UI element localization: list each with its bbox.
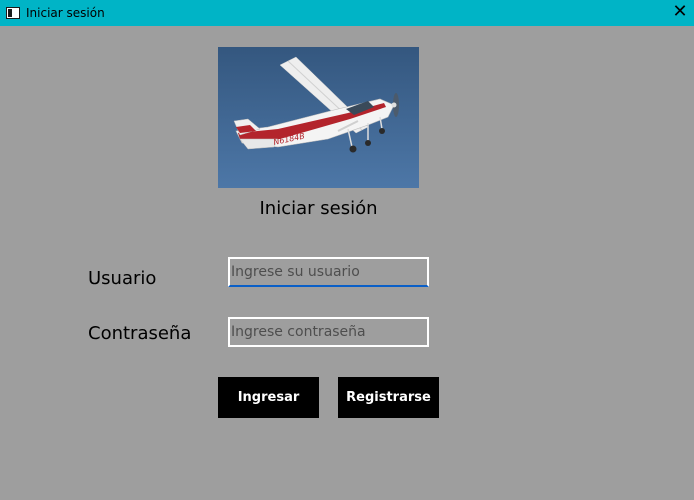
window-app-icon [6, 7, 20, 19]
username-input[interactable] [228, 257, 429, 287]
username-label: Usuario [88, 268, 157, 289]
register-button[interactable]: Registrarse [338, 377, 439, 418]
page-title: Iniciar sesión [259, 198, 378, 219]
password-input[interactable] [228, 317, 429, 347]
title-bar: Iniciar sesión ✕ [0, 0, 694, 26]
close-icon[interactable]: ✕ [670, 2, 690, 22]
password-label: Contraseña [88, 323, 192, 344]
window-title: Iniciar sesión [26, 6, 105, 20]
login-button[interactable]: Ingresar [218, 377, 319, 418]
airplane-image: N6184B [218, 47, 419, 188]
